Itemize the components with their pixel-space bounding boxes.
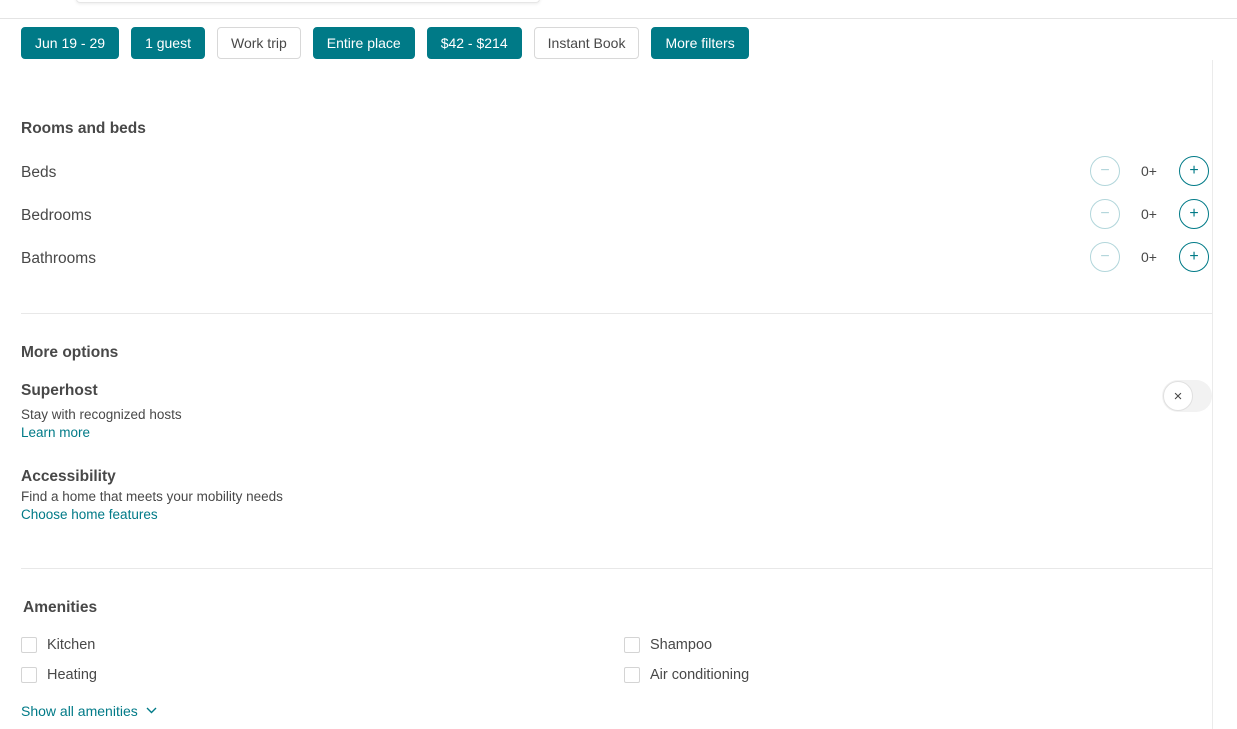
home-type-filter-button[interactable]: Entire place	[312, 27, 415, 59]
superhost-learn-more-link[interactable]: Learn more	[21, 425, 90, 440]
bedrooms-stepper: − 0+ +	[1090, 199, 1212, 231]
air-conditioning-label: Air conditioning	[650, 667, 750, 683]
beds-decrease-button[interactable]: −	[1090, 156, 1120, 186]
chevron-down-icon	[146, 705, 157, 717]
heating-label: Heating	[47, 667, 97, 683]
beds-increase-button[interactable]: +	[1179, 156, 1209, 186]
kitchen-checkbox[interactable]	[21, 637, 37, 653]
section-divider	[21, 568, 1212, 569]
accessibility-title: Accessibility	[21, 468, 116, 485]
superhost-title: Superhost	[21, 382, 98, 399]
superhost-description: Stay with recognized hosts	[21, 407, 182, 422]
bedrooms-increase-button[interactable]: +	[1179, 199, 1209, 229]
bathrooms-value: 0+	[1141, 249, 1157, 265]
dates-filter-button[interactable]: Jun 19 - 29	[21, 27, 120, 59]
bedrooms-value: 0+	[1141, 206, 1157, 222]
bedrooms-decrease-button[interactable]: −	[1090, 199, 1120, 229]
more-filters-button[interactable]: More filters	[651, 27, 749, 59]
amenity-kitchen[interactable]: Kitchen	[21, 637, 95, 653]
search-box-edge[interactable]	[76, 0, 540, 3]
shampoo-label: Shampoo	[650, 637, 713, 653]
amenities-heading: Amenities	[23, 599, 98, 616]
show-all-amenities-link[interactable]: Show all amenities	[21, 703, 157, 719]
beds-label: Beds	[21, 164, 57, 181]
accessibility-description: Find a home that meets your mobility nee…	[21, 489, 283, 504]
choose-home-features-link[interactable]: Choose home features	[21, 507, 158, 522]
panel-edge	[1212, 60, 1213, 729]
rooms-beds-heading: Rooms and beds	[21, 120, 146, 137]
section-divider	[21, 313, 1212, 314]
bathrooms-increase-button[interactable]: +	[1179, 242, 1209, 272]
amenity-air-conditioning[interactable]: Air conditioning	[624, 667, 749, 683]
beds-stepper: − 0+ +	[1090, 156, 1212, 188]
shampoo-checkbox[interactable]	[624, 637, 640, 653]
heating-checkbox[interactable]	[21, 667, 37, 683]
bedrooms-label: Bedrooms	[21, 207, 92, 224]
beds-value: 0+	[1141, 163, 1157, 179]
bathrooms-stepper: − 0+ +	[1090, 242, 1212, 274]
amenity-heating[interactable]: Heating	[21, 667, 97, 683]
amenity-shampoo[interactable]: Shampoo	[624, 637, 712, 653]
superhost-toggle[interactable]: ×	[1162, 380, 1212, 412]
bathrooms-label: Bathrooms	[21, 250, 96, 267]
price-filter-button[interactable]: $42 - $214	[426, 27, 522, 59]
show-all-amenities-label: Show all amenities	[21, 703, 138, 719]
more-options-heading: More options	[21, 344, 119, 361]
work-trip-filter-button[interactable]: Work trip	[217, 27, 301, 59]
air-conditioning-checkbox[interactable]	[624, 667, 640, 683]
kitchen-label: Kitchen	[47, 637, 96, 653]
bathrooms-decrease-button[interactable]: −	[1090, 242, 1120, 272]
close-icon: ×	[1163, 381, 1193, 411]
filter-bar: Jun 19 - 29 1 guest Work trip Entire pla…	[21, 27, 749, 59]
instant-book-filter-button[interactable]: Instant Book	[533, 27, 640, 59]
guests-filter-button[interactable]: 1 guest	[131, 27, 205, 59]
